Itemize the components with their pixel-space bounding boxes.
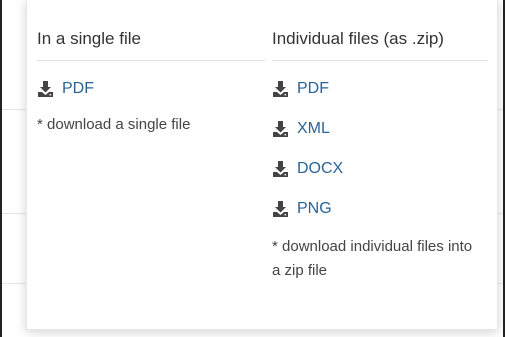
zip-docx-label: DOCX — [297, 160, 344, 177]
single-file-heading: In a single file — [37, 25, 265, 61]
zip-png-label: PNG — [297, 200, 332, 217]
download-single-pdf-link[interactable]: PDF — [37, 77, 265, 101]
download-icon — [273, 161, 288, 177]
download-zip-png-link[interactable]: PNG — [272, 197, 488, 221]
download-icon — [273, 81, 288, 97]
single-file-column: In a single file PDF * download a single… — [37, 0, 265, 137]
download-zip-pdf-link[interactable]: PDF — [272, 77, 488, 101]
single-file-note: * download a single file — [37, 116, 191, 133]
download-dropdown-panel: In a single file PDF * download a single… — [26, 0, 498, 330]
single-pdf-label: PDF — [62, 80, 94, 97]
individual-files-column: Individual files (as .zip) PDF XML DOCX … — [272, 0, 488, 283]
download-icon — [38, 81, 53, 97]
download-icon — [273, 201, 288, 217]
zip-pdf-label: PDF — [297, 80, 329, 97]
individual-files-note: * download individual files into a zip f… — [272, 238, 473, 279]
download-zip-docx-link[interactable]: DOCX — [272, 157, 488, 181]
download-zip-xml-link[interactable]: XML — [272, 117, 488, 141]
download-icon — [273, 121, 288, 137]
screenshot-stage: In a single file PDF * download a single… — [0, 0, 505, 337]
zip-xml-label: XML — [297, 120, 330, 137]
individual-files-heading: Individual files (as .zip) — [272, 25, 488, 61]
window-edge-left — [0, 0, 2, 337]
